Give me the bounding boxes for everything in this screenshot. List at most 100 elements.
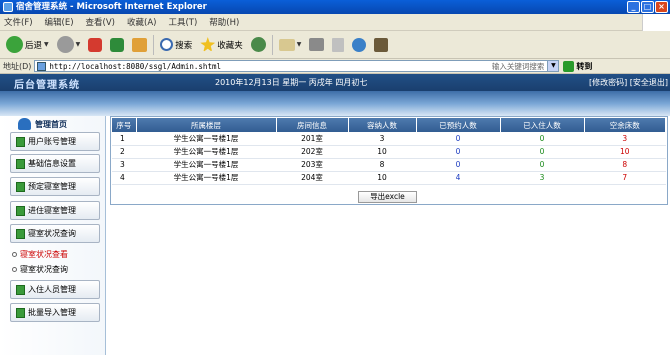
table-row: 2 学生公寓一号楼1层 202室 10 0 0 10 bbox=[112, 145, 666, 159]
search-icon bbox=[160, 38, 174, 51]
sidebar-item-accounts[interactable]: 用户账号管理 bbox=[10, 132, 100, 151]
back-button[interactable]: 后退 ▼ bbox=[4, 34, 51, 56]
column-header: 空余床数 bbox=[584, 118, 666, 132]
folder-icon bbox=[16, 181, 25, 192]
cell-floor: 学生公寓一号楼1层 bbox=[136, 132, 276, 146]
cell-reserved: 0 bbox=[416, 158, 500, 172]
dorm-status-table: 序号 所属楼层 房间信息 容纳人数 已预约人数 已入住人数 空余床数 1 学生公… bbox=[112, 118, 666, 185]
ie-icon bbox=[3, 2, 13, 12]
address-input[interactable]: http://localhost:8080/ssgl/Admin.shtml 输… bbox=[34, 60, 560, 72]
cell-reserved: 4 bbox=[416, 171, 500, 185]
forward-button[interactable]: ▼ bbox=[55, 34, 83, 56]
stop-button[interactable] bbox=[86, 34, 104, 56]
cell-room: 201室 bbox=[276, 132, 348, 146]
home-icon bbox=[18, 118, 31, 130]
folder-icon bbox=[16, 284, 25, 295]
sidebar-item-label: 寝室状况查询 bbox=[28, 229, 76, 238]
menu-file[interactable]: 文件(F) bbox=[4, 16, 33, 28]
folder-icon bbox=[16, 205, 25, 216]
minimize-button[interactable]: _ bbox=[627, 1, 640, 13]
favorites-button[interactable]: 收藏夹 bbox=[198, 34, 245, 56]
sidebar-item-label: 用户账号管理 bbox=[28, 137, 76, 146]
menu-tools[interactable]: 工具(T) bbox=[168, 16, 197, 28]
cell-index: 2 bbox=[112, 145, 136, 159]
cell-capacity: 8 bbox=[348, 158, 416, 172]
messenger-button[interactable] bbox=[350, 34, 368, 56]
media-button[interactable] bbox=[249, 34, 268, 56]
windows-logo-icon bbox=[642, 14, 670, 31]
close-button[interactable]: × bbox=[655, 1, 668, 13]
media-icon bbox=[250, 37, 266, 52]
column-header: 序号 bbox=[112, 118, 137, 132]
mail-button[interactable]: ▼ bbox=[277, 34, 304, 56]
home-button[interactable] bbox=[130, 34, 149, 56]
sidebar-item-basic-settings[interactable]: 基础信息设置 bbox=[10, 154, 100, 173]
maximize-button[interactable]: □ bbox=[641, 1, 654, 13]
chevron-down-icon[interactable]: ▼ bbox=[76, 41, 81, 48]
refresh-button[interactable] bbox=[108, 34, 126, 56]
search-button[interactable]: 搜索 bbox=[158, 34, 194, 56]
address-url[interactable]: http://localhost:8080/ssgl/Admin.shtml bbox=[49, 62, 221, 71]
cell-capacity: 3 bbox=[348, 132, 416, 146]
menu-favorites[interactable]: 收藏(A) bbox=[127, 16, 156, 28]
export-excel-button[interactable]: 导出excle bbox=[358, 191, 417, 203]
cell-occupied: 0 bbox=[500, 132, 584, 146]
cell-capacity: 10 bbox=[348, 145, 416, 159]
tools-button[interactable] bbox=[372, 34, 390, 56]
chevron-down-icon[interactable]: ▼ bbox=[547, 61, 559, 71]
sidebar: 管理首页 用户账号管理 基础信息设置 预定寝室管理 进住寝室管理 寝室状况查询 … bbox=[0, 116, 106, 355]
title-bar: 宿舍管理系统 - Microsoft Internet Explorer _ □… bbox=[0, 0, 670, 14]
cell-index: 4 bbox=[112, 171, 136, 185]
sidebar-item-batch-import[interactable]: 批量导入管理 bbox=[10, 303, 100, 322]
edit-button[interactable] bbox=[330, 34, 346, 56]
sidebar-subitem-status-search[interactable]: 寝室状况查询 bbox=[12, 264, 68, 275]
go-button[interactable]: 转到 bbox=[563, 60, 592, 72]
cell-occupied: 3 bbox=[500, 171, 584, 185]
menu-edit[interactable]: 编辑(E) bbox=[45, 16, 74, 28]
header-decoration bbox=[0, 91, 670, 116]
sidebar-item-label: 进住寝室管理 bbox=[28, 206, 76, 215]
sidebar-home-label: 管理首页 bbox=[35, 119, 67, 129]
header-date: 2010年12月13日 星期一 丙戌年 四月初七 bbox=[215, 78, 368, 87]
search-hint: 输入关键词搜索 bbox=[491, 61, 545, 71]
app-brand: 后台管理系统 bbox=[14, 80, 80, 91]
print-button[interactable] bbox=[307, 34, 326, 56]
folder-icon bbox=[16, 136, 25, 147]
page-icon bbox=[37, 61, 47, 71]
folder-icon bbox=[16, 158, 25, 169]
table-row: 1 学生公寓一号楼1层 201室 3 0 0 3 bbox=[112, 132, 666, 146]
folder-icon bbox=[16, 307, 25, 318]
sidebar-item-residents[interactable]: 入住人员管理 bbox=[10, 280, 100, 299]
cell-occupied: 0 bbox=[500, 145, 584, 159]
header-links[interactable]: [修改密码] [安全退出] bbox=[589, 77, 668, 88]
window-title: 宿舍管理系统 - Microsoft Internet Explorer bbox=[16, 2, 207, 12]
toolbar-divider bbox=[153, 34, 155, 55]
sidebar-item-label: 预定寝室管理 bbox=[28, 182, 76, 191]
back-label: 后退 bbox=[25, 40, 43, 51]
menu-help[interactable]: 帮助(H) bbox=[209, 16, 239, 28]
bullet-icon bbox=[12, 252, 17, 257]
cell-occupied: 0 bbox=[500, 158, 584, 172]
sidebar-item-checkin[interactable]: 进住寝室管理 bbox=[10, 201, 100, 220]
mail-icon bbox=[278, 38, 295, 51]
cell-room: 202室 bbox=[276, 145, 348, 159]
chevron-down-icon[interactable]: ▼ bbox=[44, 41, 49, 48]
app-header: 后台管理系统 2010年12月13日 星期一 丙戌年 四月初七 [修改密码] [… bbox=[0, 74, 670, 91]
main-content: 序号 所属楼层 房间信息 容纳人数 已预约人数 已入住人数 空余床数 1 学生公… bbox=[110, 116, 668, 205]
window-controls: _ □ × bbox=[627, 1, 668, 13]
tools-icon bbox=[374, 37, 389, 52]
cell-free: 7 bbox=[584, 171, 666, 185]
column-header: 已入住人数 bbox=[500, 118, 585, 132]
cell-floor: 学生公寓一号楼1层 bbox=[136, 158, 276, 172]
sidebar-subitem-status-view[interactable]: 寝室状况查看 bbox=[12, 249, 68, 260]
sidebar-item-status-query[interactable]: 寝室状况查询 bbox=[10, 224, 100, 243]
cell-index: 1 bbox=[112, 132, 136, 146]
menu-view[interactable]: 查看(V) bbox=[86, 16, 115, 28]
sidebar-subitem-label: 寝室状况查询 bbox=[20, 265, 68, 274]
messenger-icon bbox=[352, 37, 367, 52]
sidebar-home[interactable]: 管理首页 bbox=[18, 118, 67, 130]
sidebar-item-label: 入住人员管理 bbox=[28, 285, 76, 294]
chevron-down-icon[interactable]: ▼ bbox=[297, 41, 302, 48]
sidebar-item-reservations[interactable]: 预定寝室管理 bbox=[10, 177, 100, 196]
folder-icon bbox=[16, 228, 25, 239]
